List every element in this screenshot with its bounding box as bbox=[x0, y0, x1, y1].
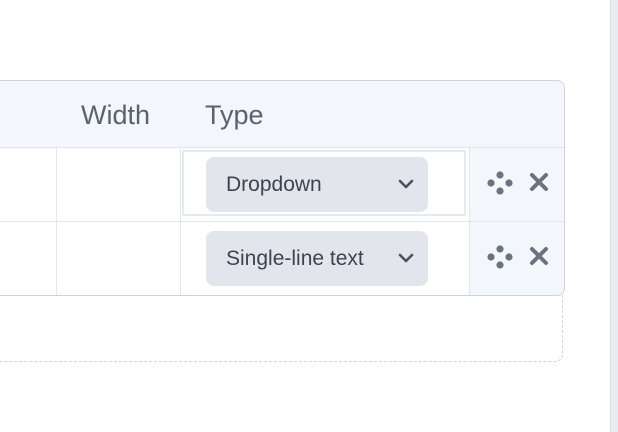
type-select-value: Single-line text bbox=[226, 247, 364, 270]
header-width: Width bbox=[81, 100, 151, 130]
scrollbar-track[interactable] bbox=[610, 0, 618, 432]
table-row: Dropdown bbox=[0, 148, 564, 222]
drag-handle-icon[interactable] bbox=[486, 170, 514, 196]
chevron-down-icon bbox=[398, 179, 414, 189]
close-icon[interactable] bbox=[528, 245, 550, 267]
type-select[interactable]: Dropdown bbox=[206, 157, 428, 212]
close-icon[interactable] bbox=[528, 171, 550, 193]
header-type: Type bbox=[205, 100, 264, 130]
chevron-down-icon bbox=[398, 253, 414, 263]
row-actions bbox=[470, 222, 564, 295]
type-select[interactable]: Single-line text bbox=[206, 231, 428, 286]
table-row: Single-line text bbox=[0, 222, 564, 295]
page: Width Type Dropdown Single-line text bbox=[0, 0, 618, 432]
add-row-area[interactable] bbox=[0, 294, 563, 362]
row-actions bbox=[470, 148, 564, 221]
type-select-value: Dropdown bbox=[226, 173, 322, 196]
fields-table: Width Type Dropdown Single-line text bbox=[0, 80, 565, 296]
table-header: Width Type bbox=[0, 81, 564, 148]
drag-handle-icon[interactable] bbox=[486, 244, 514, 270]
